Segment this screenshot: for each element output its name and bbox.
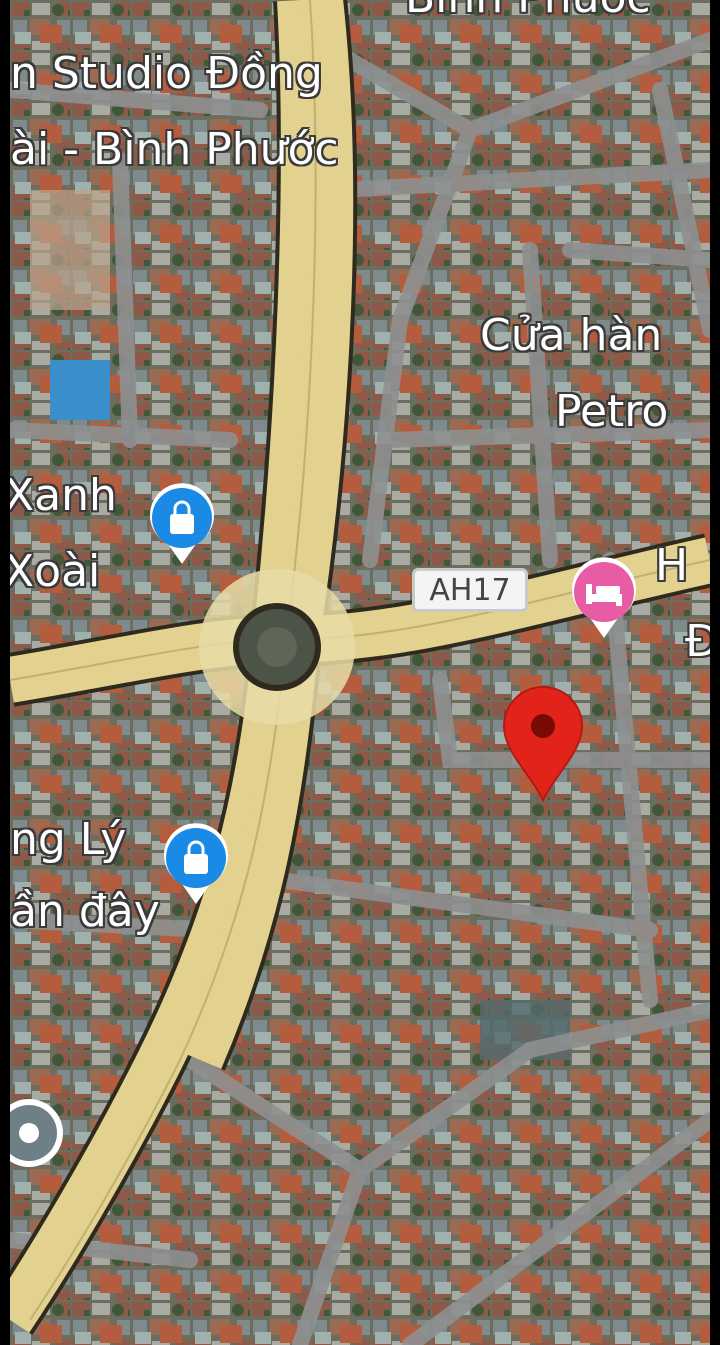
right-edge-bar (710, 0, 720, 1345)
map-pin-icon[interactable] (502, 686, 584, 802)
left-edge-bar (0, 0, 10, 1345)
map-canvas (10, 0, 710, 1345)
label-cua-hang-line1: Cửa hàn (480, 310, 663, 361)
label-cua-hang-line2: Petro (555, 386, 669, 437)
label-studio-line1: n Studio Đồng (10, 48, 323, 99)
shopping-bag-icon[interactable] (146, 482, 218, 566)
label-right-h-line2: Đ (685, 616, 710, 667)
label-studio-line2: ài - Bình Phước (10, 124, 339, 175)
road-shield-ah17: AH17 (412, 568, 528, 612)
place-icon[interactable] (10, 1096, 66, 1176)
label-top-cut: Bình Phước (405, 0, 651, 20)
label-ng-ly-line2: ần đây (10, 886, 160, 937)
label-xanh-line1: Xanh (10, 470, 117, 521)
satellite-map[interactable]: Bình Phước n Studio Đồng ài - Bình Phước… (10, 0, 710, 1345)
label-xanh-line2: Xoài (10, 546, 101, 597)
label-ng-ly-line1: ng Lý (10, 814, 127, 865)
label-right-h-line1: H (655, 540, 689, 591)
shopping-bag-icon[interactable] (160, 822, 232, 906)
bed-icon[interactable] (568, 556, 640, 640)
